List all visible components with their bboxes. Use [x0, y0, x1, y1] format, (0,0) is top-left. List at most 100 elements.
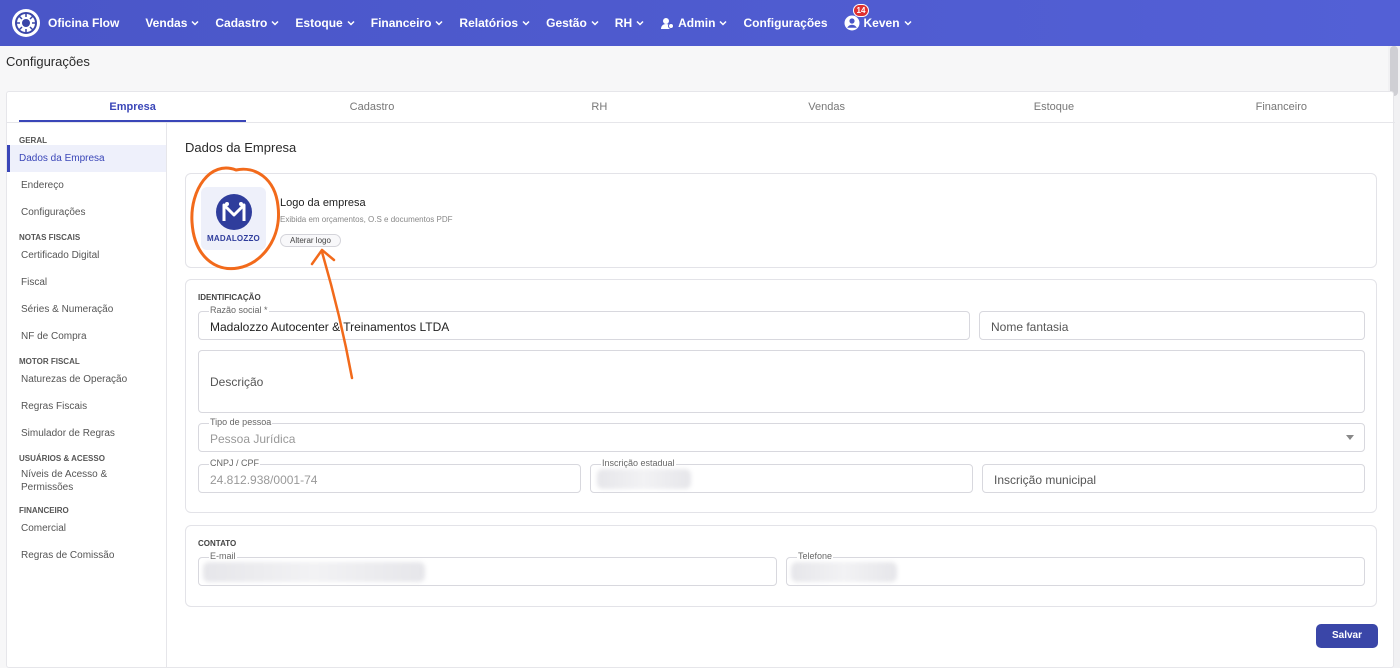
razao-social-field[interactable]: Razão social * Madalozzo Autocenter & Tr… — [198, 305, 970, 340]
nav-label: RH — [614, 16, 633, 30]
nav-rh[interactable]: RH — [615, 16, 644, 30]
inscricao-estadual-field[interactable]: Inscrição estadual — [590, 458, 973, 493]
tab-estoque[interactable]: Estoque — [940, 92, 1167, 122]
sidebar-item-fiscal[interactable]: Fiscal — [7, 269, 166, 296]
nav-financeiro[interactable]: Financeiro — [371, 16, 444, 30]
brand-logo-icon — [12, 9, 40, 37]
sidebar-item-regras-fiscais[interactable]: Regras Fiscais — [7, 393, 166, 420]
tab-empresa[interactable]: Empresa — [19, 92, 247, 122]
logo-panel: MADALOZZO Logo da empresa Exibida em orç… — [185, 173, 1377, 268]
dropdown-arrow-icon — [1346, 435, 1354, 440]
redacted-value — [203, 562, 425, 582]
chevron-down-icon — [636, 20, 644, 26]
chevron-down-icon — [591, 20, 599, 26]
nav-label: Gestão — [546, 16, 587, 30]
identification-panel: IDENTIFICAÇÃO Razão social * Madalozzo A… — [185, 279, 1377, 513]
tab-rh[interactable]: RH — [486, 92, 713, 122]
tipo-pessoa-value: Pessoa Jurídica — [210, 432, 296, 446]
sidebar-section-notas-fiscais: NOTAS FISCAIS — [19, 233, 81, 242]
inscricao-municipal-field[interactable]: Inscrição municipal — [982, 464, 1365, 493]
brand-name: Oficina Flow — [48, 16, 120, 30]
scrollbar-thumb[interactable] — [1390, 46, 1398, 96]
sidebar-item-certificado[interactable]: Certificado Digital — [7, 242, 166, 269]
nav-label: Vendas — [145, 16, 188, 30]
nav-cadastro[interactable]: Cadastro — [215, 16, 279, 30]
chevron-down-icon — [347, 20, 355, 26]
nav-estoque[interactable]: Estoque — [295, 16, 355, 30]
phone-field[interactable]: Telefone — [786, 551, 1365, 586]
sidebar-item-nf-compra[interactable]: NF de Compra — [7, 323, 166, 350]
nav-relatorios[interactable]: Relatórios — [459, 16, 530, 30]
email-field[interactable]: E-mail — [198, 551, 777, 586]
phone-label: Telefone — [797, 551, 834, 561]
page-title: Configurações — [6, 54, 90, 69]
sidebar-item-simulador[interactable]: Simulador de Regras — [7, 420, 166, 447]
sidebar-section-geral: GERAL — [19, 136, 47, 145]
settings-card: Empresa Cadastro RH Vendas Estoque Finan… — [6, 91, 1395, 668]
user-avatar-icon — [844, 15, 859, 31]
razao-social-label: Razão social * — [209, 305, 269, 315]
nome-fantasia-placeholder: Nome fantasia — [991, 320, 1069, 334]
nav-label: Cadastro — [215, 16, 268, 30]
sidebar-item-comercial[interactable]: Comercial — [7, 515, 166, 542]
redacted-value — [791, 562, 897, 582]
nav-label: Admin — [678, 16, 716, 30]
sidebar-section-motor-fiscal: MOTOR FISCAL — [19, 357, 80, 366]
settings-sidebar: GERAL Dados da Empresa Endereço Configur… — [7, 123, 167, 668]
sidebar-item-configuracoes[interactable]: Configurações — [7, 199, 166, 226]
email-label: E-mail — [209, 551, 237, 561]
chevron-down-icon — [191, 20, 199, 26]
razao-social-value: Madalozzo Autocenter & Treinamentos LTDA — [210, 320, 450, 334]
brand[interactable]: Oficina Flow — [12, 9, 119, 37]
change-logo-button[interactable]: Alterar logo — [280, 234, 341, 247]
save-button[interactable]: Salvar — [1316, 624, 1378, 648]
nav-menu: Vendas Cadastro Estoque Financeiro Relat… — [145, 4, 927, 31]
nav-admin[interactable]: Admin — [660, 16, 728, 30]
tab-financeiro[interactable]: Financeiro — [1168, 92, 1395, 122]
sidebar-item-endereco[interactable]: Endereço — [7, 172, 166, 199]
nav-label: Configurações — [743, 16, 828, 30]
tipo-pessoa-label: Tipo de pessoa — [209, 417, 273, 427]
nav-label: Relatórios — [459, 16, 519, 30]
tab-bar: Empresa Cadastro RH Vendas Estoque Finan… — [7, 92, 1395, 123]
user-name: Keven — [863, 16, 900, 30]
cnpj-field[interactable]: CNPJ / CPF 24.812.938/0001-74 — [198, 458, 581, 493]
contact-panel: CONTATO E-mail Telefone — [185, 525, 1377, 607]
chevron-down-icon — [719, 20, 728, 26]
notification-badge[interactable]: 14 — [852, 4, 870, 17]
top-navbar: Oficina Flow Vendas Cadastro Estoque Fin… — [0, 0, 1400, 46]
descricao-placeholder: Descrição — [210, 375, 264, 389]
chevron-down-icon — [522, 20, 530, 26]
company-logo-text: MADALOZZO — [207, 234, 260, 243]
chevron-down-icon — [904, 20, 912, 26]
nome-fantasia-field[interactable]: Nome fantasia — [979, 311, 1365, 340]
sidebar-item-dados-empresa[interactable]: Dados da Empresa — [7, 145, 166, 172]
nav-vendas[interactable]: Vendas — [145, 16, 199, 30]
tab-vendas[interactable]: Vendas — [713, 92, 940, 122]
admin-shield-icon — [661, 18, 675, 29]
sidebar-item-regras-comissao[interactable]: Regras de Comissão — [7, 542, 166, 569]
chevron-down-icon — [271, 20, 279, 26]
inscricao-municipal-placeholder: Inscrição municipal — [994, 473, 1097, 487]
identification-label: IDENTIFICAÇÃO — [198, 293, 261, 302]
nav-gestao[interactable]: Gestão — [546, 16, 599, 30]
redacted-value — [597, 469, 691, 489]
sidebar-item-label: Níveis de Acesso & Permissões — [21, 469, 108, 493]
sidebar-section-usuarios: USUÁRIOS & ACESSO — [19, 454, 105, 463]
sidebar-item-naturezas[interactable]: Naturezas de Operação — [7, 366, 166, 393]
sidebar-section-financeiro: FINANCEIRO — [19, 506, 69, 515]
tab-cadastro[interactable]: Cadastro — [258, 92, 485, 122]
section-title: Dados da Empresa — [185, 140, 297, 155]
tipo-pessoa-select[interactable]: Tipo de pessoa Pessoa Jurídica — [198, 417, 1365, 452]
logo-subtitle: Exibida em orçamentos, O.S e documentos … — [280, 215, 453, 224]
nav-configuracoes[interactable]: Configurações — [743, 16, 827, 30]
cnpj-label: CNPJ / CPF — [209, 458, 261, 468]
descricao-field[interactable]: Descrição — [198, 350, 1365, 413]
sidebar-item-niveis-acesso[interactable]: Níveis de Acesso & Permissões — [7, 463, 166, 499]
cnpj-value: 24.812.938/0001-74 — [210, 473, 318, 487]
sidebar-item-series[interactable]: Séries & Numeração — [7, 296, 166, 323]
user-menu[interactable]: 14 Keven — [844, 4, 912, 31]
chevron-down-icon — [435, 20, 443, 26]
company-logo-mark-icon — [215, 194, 252, 230]
company-logo[interactable]: MADALOZZO — [201, 187, 266, 250]
